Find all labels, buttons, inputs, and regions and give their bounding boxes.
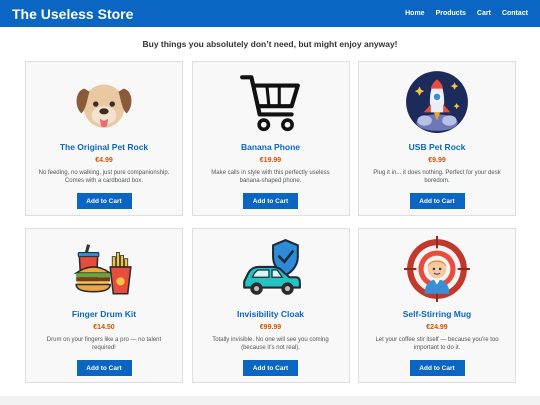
page-tagline: Buy things you absolutely don’t need, bu…: [142, 39, 398, 49]
dog-icon: [69, 67, 139, 137]
add-to-cart-button[interactable]: Add to Cart: [76, 360, 132, 376]
nav-cart[interactable]: Cart: [477, 10, 491, 17]
product-name[interactable]: Invisibility Cloak: [237, 309, 304, 319]
product-description: Make calls in style with this perfectly …: [211, 170, 330, 184]
add-to-cart-button[interactable]: Add to Cart: [243, 193, 298, 209]
main-nav: Home Products Cart Contact: [405, 10, 528, 17]
product-price: €99.99: [259, 324, 282, 331]
add-to-cart-button[interactable]: Add to Cart: [409, 360, 465, 376]
product-name[interactable]: The Original Pet Rock: [60, 142, 148, 152]
product-card: USB Pet Rock €9.99 Plug it in... it does…: [358, 61, 516, 216]
product-card: Invisibility Cloak €99.99 Totally invisi…: [191, 228, 350, 383]
product-card: Self-Stirring Mug €24.99 Let your coffee…: [358, 228, 516, 383]
nav-contact[interactable]: Contact: [502, 10, 528, 17]
car-shield-icon: [236, 234, 306, 304]
footer-bar: [0, 396, 540, 405]
add-to-cart-button[interactable]: Add to Cart: [76, 193, 132, 209]
product-card: Finger Drum Kit €14.50 Drum on your fing…: [25, 228, 183, 383]
shopping-cart-icon: [236, 67, 306, 137]
product-description: Totally invisible. No one will see you c…: [212, 337, 329, 351]
nav-home[interactable]: Home: [405, 10, 424, 17]
product-price: €24.99: [426, 324, 448, 331]
product-description: No feeding, no walking, just pure compan…: [38, 170, 170, 184]
product-price: €4.99: [95, 157, 113, 164]
product-card: The Original Pet Rock €4.99 No feeding, …: [25, 61, 183, 216]
product-price: €14.50: [93, 324, 115, 331]
top-navbar: The Useless Store Home Products Cart Con…: [0, 0, 540, 27]
store-brand[interactable]: The Useless Store: [12, 6, 133, 22]
nav-products[interactable]: Products: [436, 10, 466, 17]
product-description: Drum on your fingers like a pro — no tal…: [46, 337, 162, 351]
product-name[interactable]: USB Pet Rock: [409, 142, 466, 152]
product-price: €19.99: [259, 157, 282, 164]
product-name[interactable]: Finger Drum Kit: [72, 309, 136, 319]
product-price: €9.99: [428, 157, 446, 164]
add-to-cart-button[interactable]: Add to Cart: [409, 193, 465, 209]
add-to-cart-button[interactable]: Add to Cart: [243, 360, 298, 376]
product-grid: The Original Pet Rock €4.99 No feeding, …: [25, 61, 516, 383]
product-name[interactable]: Self-Stirring Mug: [403, 309, 471, 319]
product-description: Let your coffee stir itself — because yo…: [375, 337, 499, 351]
target-person-icon: [402, 234, 472, 304]
product-description: Plug it in... it does nothing. Perfect f…: [373, 170, 501, 184]
product-name[interactable]: Banana Phone: [241, 142, 300, 152]
rocket-icon: [402, 67, 472, 137]
product-card: Banana Phone €19.99 Make calls in style …: [191, 61, 350, 216]
fast-food-icon: [69, 234, 139, 304]
